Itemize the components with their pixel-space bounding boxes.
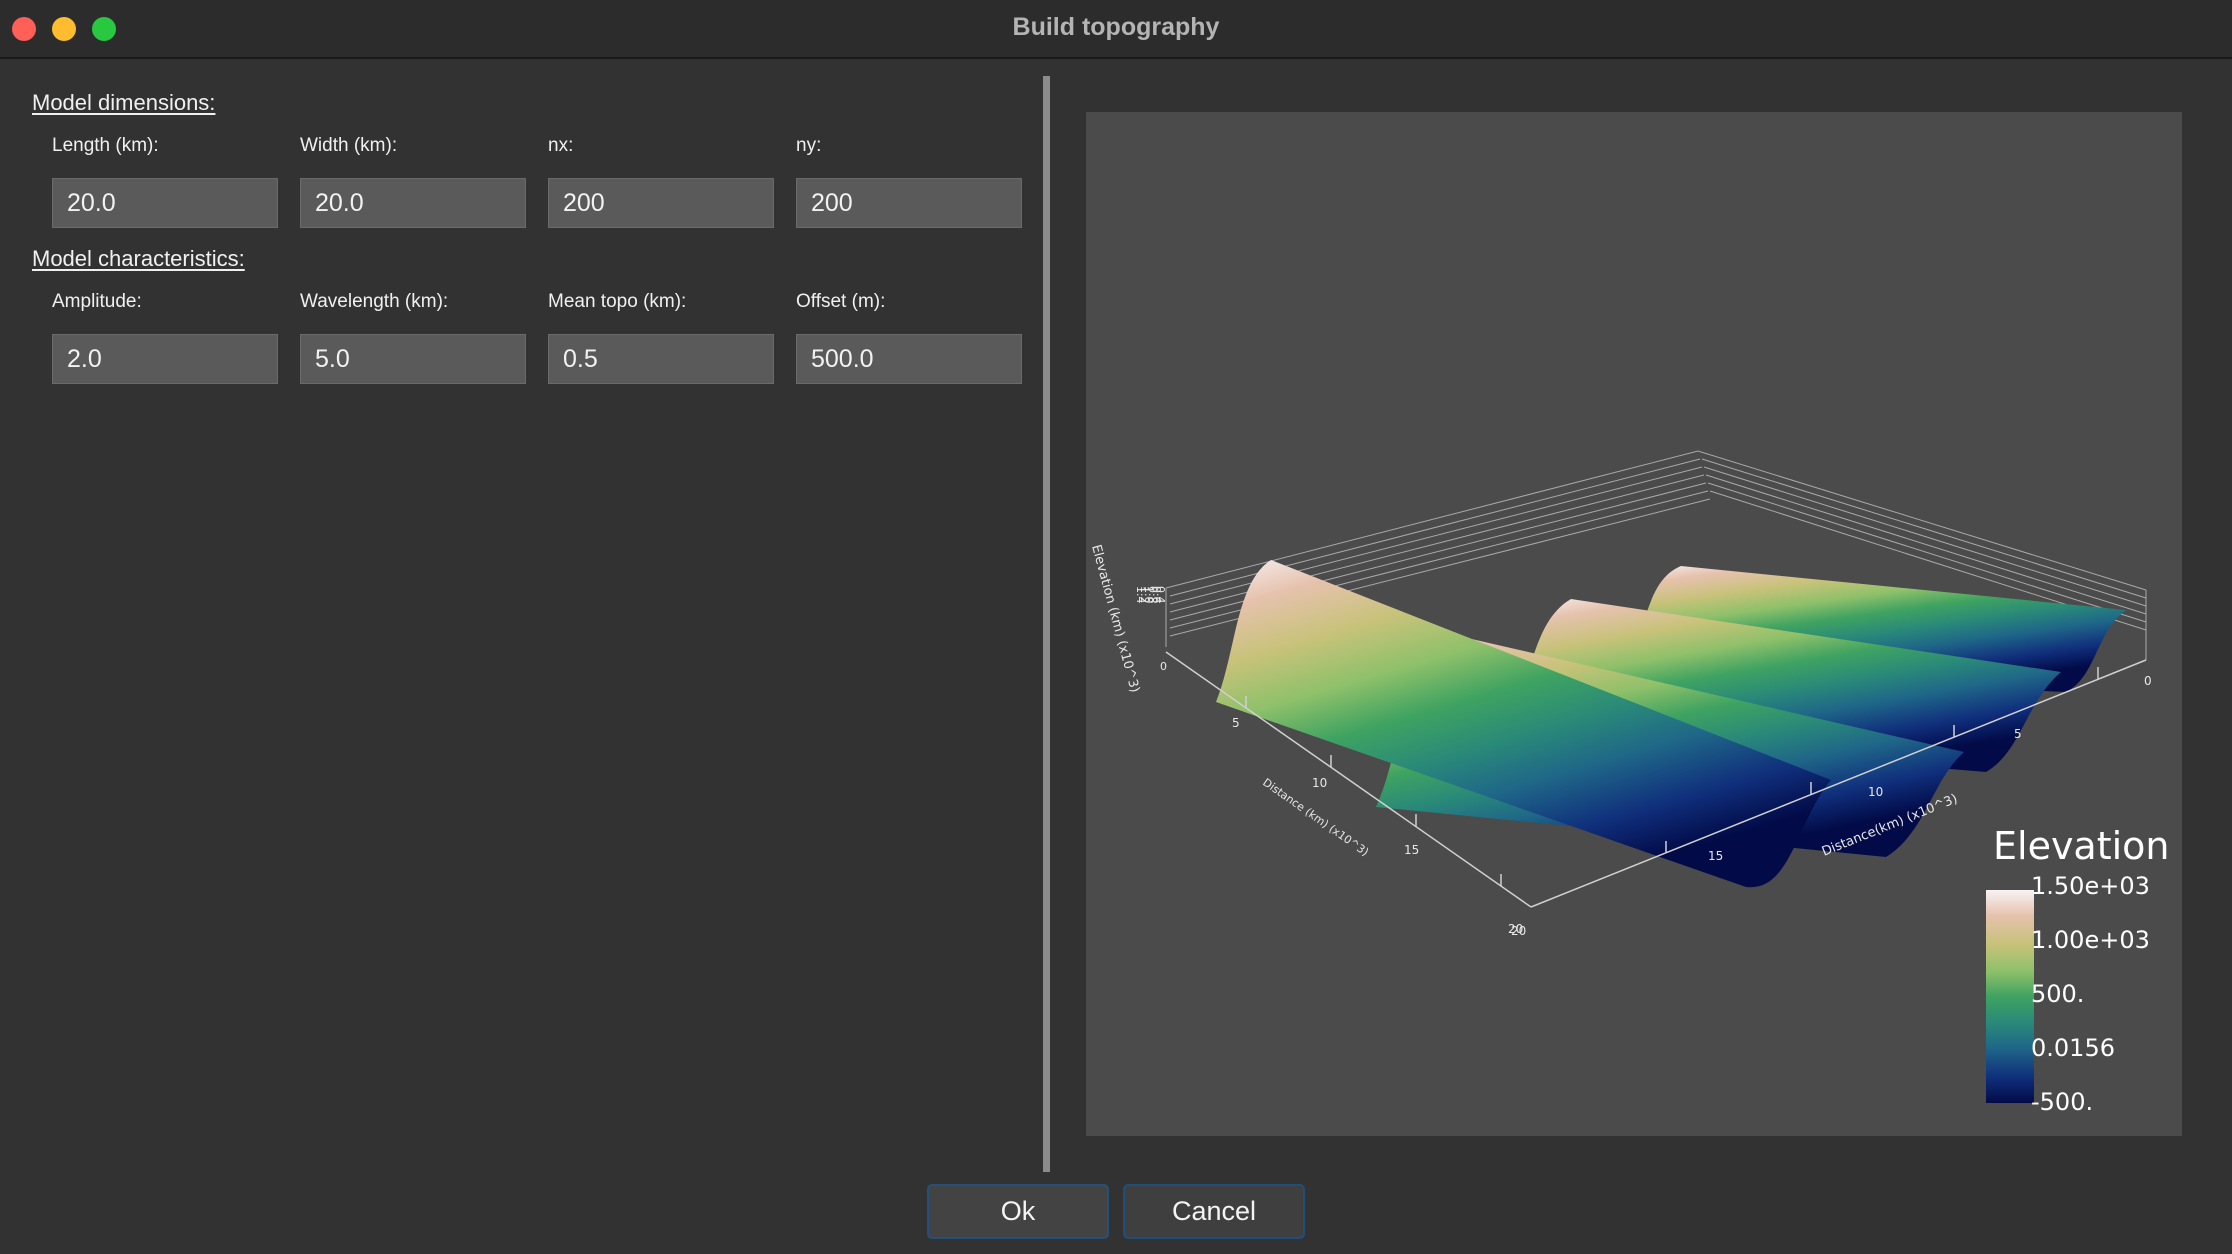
z-tick-labels: 0 1.4 1.2 1.0 0.8 0.6 0.4	[1134, 586, 1167, 673]
grid-edge	[1165, 450, 2147, 591]
model-characteristics-heading: Model characteristics:	[32, 246, 245, 271]
length-label: Length (km):	[52, 135, 159, 156]
colorbar-ramp	[1986, 890, 2034, 1103]
right-tick-label: 15	[1708, 849, 1723, 863]
amplitude-input[interactable]	[52, 334, 278, 384]
width-input[interactable]	[300, 178, 526, 228]
near-tick-label: 5	[1232, 716, 1240, 730]
cancel-button[interactable]: Cancel	[1123, 1184, 1305, 1239]
panel-splitter[interactable]	[1043, 76, 1050, 1172]
z-tick-label: 0	[1160, 660, 1167, 673]
near-tick-label: 10	[1312, 776, 1327, 790]
colorbar-title: Elevation	[1993, 824, 2170, 868]
z-tick-label: 0.4	[1154, 586, 1167, 604]
right-tick-label: 20	[1508, 922, 1523, 936]
width-label: Width (km):	[300, 135, 398, 156]
mean-topo-input[interactable]	[548, 334, 774, 384]
right-tick-label: 10	[1868, 785, 1883, 799]
model-dimensions-heading: Model dimensions:	[32, 90, 216, 115]
wavelength-input[interactable]	[300, 334, 526, 384]
window-title: Build topography	[1012, 13, 1220, 41]
colorbar: Elevation 1.50e+03 1.00e+03 500. 0.0156 …	[1986, 824, 2170, 1116]
ok-button[interactable]: Ok	[927, 1184, 1109, 1239]
grid-line	[1169, 466, 1703, 605]
right-tick-label: 5	[2014, 727, 2022, 741]
ny-input[interactable]	[796, 178, 1022, 228]
topography-3d-view[interactable]: Elevation (km) (x10^3) 0 1.4 1.2 1.0 0.8…	[1086, 112, 2182, 1136]
colorbar-label: -500.	[2031, 1088, 2093, 1116]
wavelength-label: Wavelength (km):	[300, 291, 449, 312]
offset-label: Offset (m):	[796, 291, 886, 312]
topography-plot-svg: Elevation (km) (x10^3) 0 1.4 1.2 1.0 0.8…	[1088, 450, 2170, 1116]
colorbar-label: 1.00e+03	[2031, 926, 2150, 954]
nx-input[interactable]	[548, 178, 774, 228]
colorbar-label: 500.	[2031, 980, 2084, 1008]
colorbar-label: 0.0156	[2031, 1034, 2115, 1062]
title-bar: Build topography	[0, 0, 2232, 59]
ny-label: ny:	[796, 135, 822, 156]
right-tick-label: 0	[2144, 674, 2152, 688]
amplitude-label: Amplitude:	[52, 291, 142, 312]
length-input[interactable]	[52, 178, 278, 228]
colorbar-labels: 1.50e+03 1.00e+03 500. 0.0156 -500.	[2031, 872, 2150, 1116]
colorbar-label: 1.50e+03	[2031, 872, 2150, 900]
z-axis-title: Elevation (km) (x10^3)	[1088, 543, 1142, 694]
offset-input[interactable]	[796, 334, 1022, 384]
mean-topo-label: Mean topo (km):	[548, 291, 687, 312]
nx-label: nx:	[548, 135, 574, 156]
near-tick-label: 15	[1404, 843, 1419, 857]
grid-line	[1169, 458, 1701, 597]
